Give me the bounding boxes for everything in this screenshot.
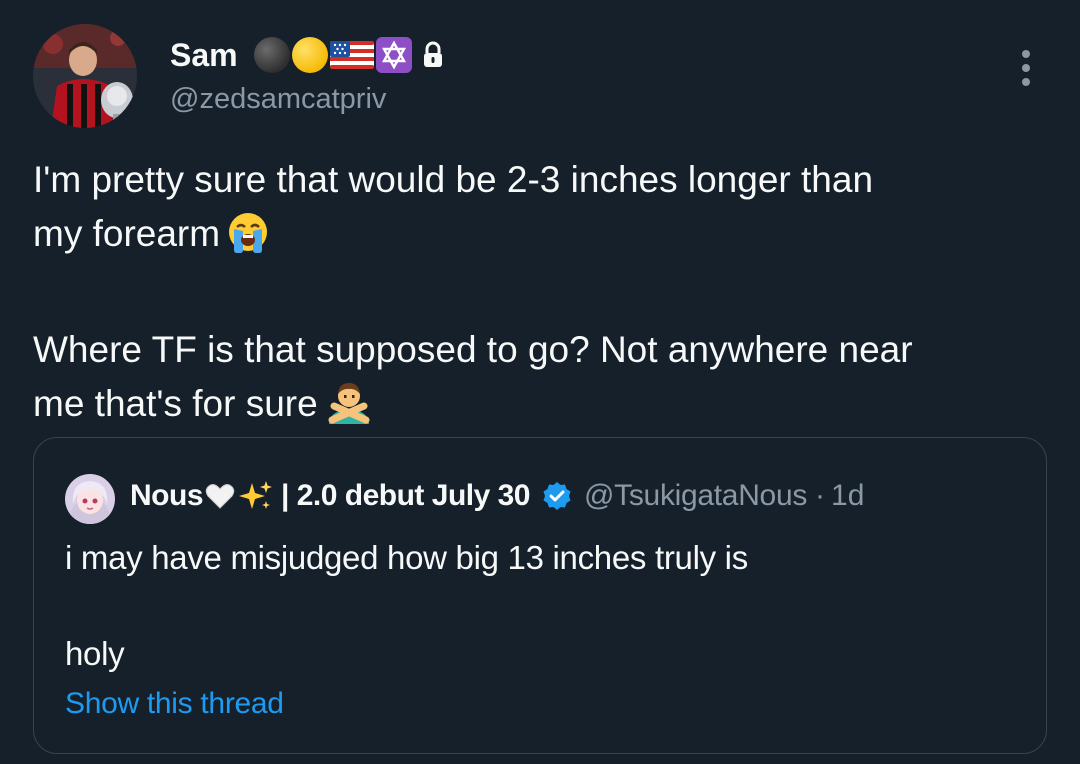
tweet-text-line: I'm pretty sure that would be 2-3 inches… bbox=[33, 159, 874, 200]
quote-text-gap bbox=[65, 582, 1015, 630]
quote-separator: · bbox=[815, 479, 826, 512]
author-name[interactable]: Sam bbox=[170, 36, 238, 74]
quote-timestamp[interactable]: 1d bbox=[831, 479, 864, 513]
black-circle-emoji bbox=[254, 37, 290, 73]
author-handle[interactable]: @zedsamcatpriv bbox=[170, 82, 386, 116]
white-heart-emoji bbox=[205, 482, 235, 510]
avatar-image bbox=[33, 24, 137, 128]
sparkles-emoji bbox=[239, 479, 273, 513]
man-gesturing-no-emoji bbox=[324, 380, 374, 439]
author-avatar[interactable] bbox=[33, 24, 137, 128]
loudly-crying-face-emoji bbox=[226, 210, 270, 269]
quoted-tweet[interactable]: Nous | 2.0 debut July 30 @TsukigataNous … bbox=[33, 437, 1047, 754]
tweet-text-line: my forearm bbox=[33, 207, 1053, 269]
tweet-text: I'm pretty sure that would be 2-3 inches… bbox=[33, 153, 1053, 439]
tweet-text-span: me that's for sure bbox=[33, 383, 318, 424]
more-options-icon bbox=[1022, 50, 1030, 58]
more-options-dot bbox=[1022, 64, 1030, 72]
tweet-text-span: my forearm bbox=[33, 213, 221, 254]
quote-text-line: i may have misjudged how big 13 inches t… bbox=[65, 539, 748, 576]
show-thread-link[interactable]: Show this thread bbox=[65, 686, 284, 722]
quote-text: i may have misjudged how big 13 inches t… bbox=[65, 534, 1015, 678]
yellow-circle-emoji bbox=[292, 37, 328, 73]
more-options-dot bbox=[1022, 78, 1030, 86]
star-of-david-emoji bbox=[376, 37, 412, 73]
quote-author-avatar[interactable] bbox=[65, 474, 115, 524]
tweet-text-gap bbox=[33, 269, 1053, 323]
verified-badge-icon bbox=[542, 481, 572, 511]
tweet-card: Sam @zedsamcatpriv I'm pretty sure that … bbox=[0, 0, 1080, 764]
more-options-button[interactable] bbox=[1012, 48, 1040, 88]
lock-icon bbox=[422, 41, 444, 69]
quote-author-name-suffix[interactable]: | 2.0 debut July 30 bbox=[281, 479, 531, 513]
us-flag-emoji bbox=[330, 39, 374, 71]
tweet-text-line: Where TF is that supposed to go? Not any… bbox=[33, 329, 913, 370]
tweet-text-line: me that's for sure bbox=[33, 377, 1053, 439]
quote-text-line: holy bbox=[65, 635, 125, 672]
quote-author-name[interactable]: Nous bbox=[130, 479, 204, 513]
quote-avatar-image bbox=[65, 474, 115, 524]
quote-author-handle[interactable]: @TsukigataNous bbox=[584, 479, 807, 513]
author-badges bbox=[254, 36, 444, 74]
quote-header: Nous | 2.0 debut July 30 @TsukigataNous … bbox=[130, 476, 864, 516]
